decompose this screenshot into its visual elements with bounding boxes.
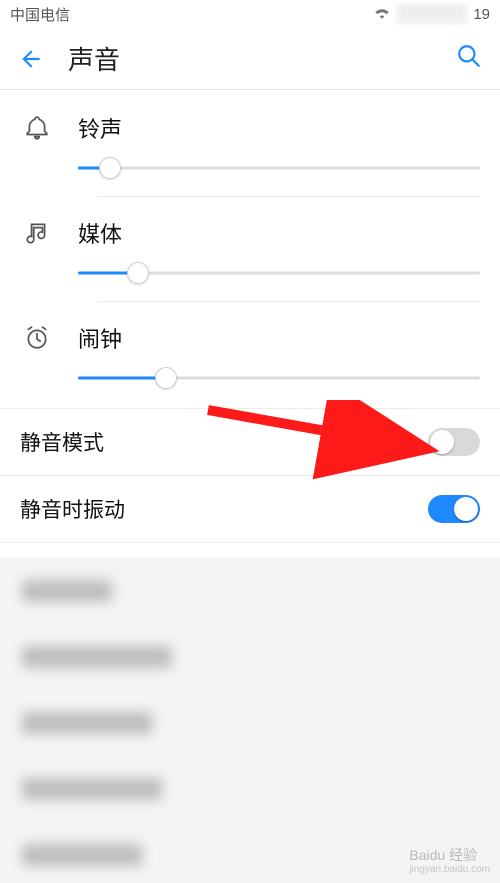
vibrate-silent-label: 静音时振动 xyxy=(20,494,428,524)
silent-mode-row: 静音模式 xyxy=(0,408,500,476)
volume-row-alarm: 闹钟 xyxy=(0,310,500,396)
watermark-main: Baidu 经验 xyxy=(409,847,477,863)
clock-partial: 19 xyxy=(473,6,490,23)
search-button[interactable] xyxy=(456,43,482,74)
volume-row-ringtone: 铃声 xyxy=(0,100,500,205)
watermark: Baidu 经验 jingyan.baidu.com xyxy=(409,845,490,875)
alarm-clock-icon xyxy=(20,325,54,351)
silent-mode-toggle[interactable] xyxy=(428,428,480,456)
music-note-icon xyxy=(20,220,54,246)
ringtone-label: 铃声 xyxy=(78,112,122,144)
back-arrow-icon xyxy=(18,46,44,72)
media-label: 媒体 xyxy=(78,217,122,249)
vibrate-silent-toggle[interactable] xyxy=(428,495,480,523)
media-slider[interactable] xyxy=(78,263,480,283)
alarm-slider[interactable] xyxy=(78,368,480,388)
status-bar: 中国电信 19 xyxy=(0,0,500,28)
status-blur xyxy=(397,4,467,24)
volume-row-media: 媒体 xyxy=(0,205,500,310)
title-bar: 声音 xyxy=(0,28,500,90)
wifi-icon xyxy=(373,5,391,23)
back-button[interactable] xyxy=(18,46,44,72)
silent-mode-label: 静音模式 xyxy=(20,427,428,457)
search-icon xyxy=(456,43,482,69)
ringtone-slider[interactable] xyxy=(78,158,480,178)
alarm-label: 闹钟 xyxy=(78,322,122,354)
bell-icon xyxy=(20,115,54,141)
content: 铃声 媒体 xyxy=(0,90,500,543)
carrier-label: 中国电信 xyxy=(10,4,373,25)
watermark-sub: jingyan.baidu.com xyxy=(409,865,490,875)
vibrate-silent-row: 静音时振动 xyxy=(0,476,500,543)
blurred-settings-region xyxy=(0,558,500,883)
page-title: 声音 xyxy=(68,40,120,77)
